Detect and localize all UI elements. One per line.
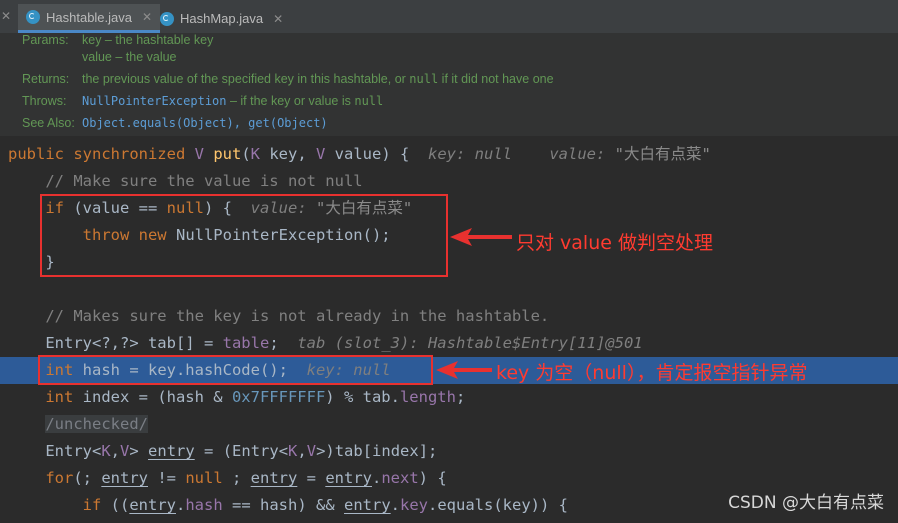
code-line-if-entry: if ((entry.hash == hash) && entry.key.eq…: [82, 496, 568, 514]
link-get-object[interactable]: get(Object): [248, 116, 327, 130]
link-object-equals[interactable]: Object.equals(Object): [82, 116, 234, 130]
tab-overflow-close-icon[interactable]: ✕: [0, 7, 12, 25]
close-tab-icon[interactable]: ✕: [273, 12, 283, 26]
javadoc-panel: Params: key – the hashtable key value – t…: [0, 33, 898, 136]
tab-label: HashMap.java: [180, 11, 264, 26]
watermark: CSDN @大白有点菜: [728, 493, 884, 513]
javadoc-returns-row: Returns: the previous value of the specif…: [22, 72, 554, 86]
code-line-index: int index = (hash & 0x7FFFFFFF) % tab.le…: [45, 388, 466, 406]
javadoc-throws-row: Throws: NullPointerException – if the key…: [22, 94, 384, 108]
close-tab-icon[interactable]: ✕: [142, 10, 152, 24]
tab-hashmap-java[interactable]: HashMap.java ✕: [152, 4, 291, 33]
code-line-comment-2: // Makes sure the key is not already in …: [45, 307, 550, 325]
code-line-tab-declaration: Entry<?,?> tab[] = table; tab (slot_3): …: [45, 334, 643, 352]
java-class-icon: [26, 10, 40, 24]
annotation-text-value-check: 只对 value 做判空处理: [516, 232, 713, 254]
code-line-unchecked: /unchecked/: [45, 415, 148, 433]
javadoc-params-row: Params: key – the hashtable key: [22, 33, 214, 47]
link-nullpointerexception[interactable]: NullPointerException: [82, 94, 227, 108]
javadoc-see-also-row: See Also: Object.equals(Object), get(Obje…: [22, 116, 328, 130]
code-line-entry: Entry<K,V> entry = (Entry<K,V>)tab[index…: [45, 442, 438, 460]
code-line-for: for(; entry != null ; entry = entry.next…: [45, 469, 447, 487]
code-line-comment: // Make sure the value is not null: [45, 172, 363, 190]
java-class-icon: [160, 11, 174, 26]
annotation-box-value-check: [40, 194, 448, 277]
code-line-put-signature: public synchronized V put(K key, V value…: [8, 145, 711, 163]
inline-debug-value: key: null: [428, 145, 513, 163]
annotation-text-key-null: key 为空（null），肯定报空指针异常: [496, 362, 808, 384]
annotation-arrow-1: [450, 228, 512, 246]
annotation-arrow-2: [436, 361, 492, 379]
tab-hashtable-java[interactable]: Hashtable.java ✕: [18, 4, 161, 33]
editor-tab-bar: ✕ Hashtable.java ✕ HashMap.java ✕: [0, 0, 898, 34]
javadoc-param-value: value – the value: [82, 50, 177, 64]
annotation-box-key-hashcode: [38, 355, 433, 385]
inline-debug-value: tab (slot_3): Hashtable$Entry[11]@501: [297, 334, 643, 352]
tab-label: Hashtable.java: [46, 9, 132, 25]
